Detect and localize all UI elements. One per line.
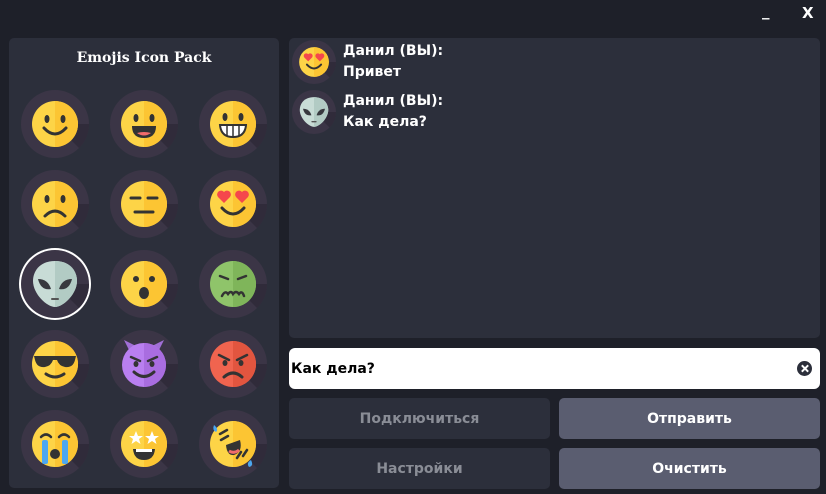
message-text: Как дела? xyxy=(343,114,427,130)
close-button[interactable]: X xyxy=(802,2,814,24)
devil-emoji-icon[interactable] xyxy=(110,330,178,398)
clear-input-icon[interactable] xyxy=(797,361,812,376)
neutral-emoji-icon[interactable] xyxy=(110,170,178,238)
connect-button[interactable]: Подключиться xyxy=(289,398,550,439)
message-author: Данил (ВЫ): xyxy=(343,93,444,109)
smile-emoji-icon[interactable] xyxy=(21,90,89,158)
grin-emoji-icon[interactable] xyxy=(110,90,178,158)
grimace-emoji-icon[interactable] xyxy=(199,90,267,158)
heart-eyes-emoji-icon[interactable] xyxy=(199,170,267,238)
sunglasses-emoji-icon[interactable] xyxy=(21,330,89,398)
message-input[interactable] xyxy=(291,348,781,389)
crying-emoji-icon[interactable] xyxy=(21,410,89,478)
angry-emoji-icon[interactable] xyxy=(199,330,267,398)
heart-eyes-emoji-icon xyxy=(292,40,336,84)
rofl-emoji-icon[interactable] xyxy=(199,410,267,478)
emoji-pack-title: Emojis Icon Pack xyxy=(76,50,212,66)
title-bar: _ X xyxy=(0,0,826,30)
message-item: Данил (ВЫ): Привет xyxy=(292,40,812,90)
clear-button[interactable]: Очистить xyxy=(559,448,820,489)
alien-emoji-icon xyxy=(292,90,336,134)
nauseated-emoji-icon[interactable] xyxy=(199,250,267,318)
chat-history[interactable]: Данил (ВЫ): Привет Данил (ВЫ): Как дела? xyxy=(289,38,820,338)
settings-button[interactable]: Настройки xyxy=(289,448,550,489)
frown-emoji-icon[interactable] xyxy=(21,170,89,238)
shocked-emoji-icon[interactable] xyxy=(110,250,178,318)
minimize-button[interactable]: _ xyxy=(762,0,770,22)
message-author: Данил (ВЫ): xyxy=(343,43,444,59)
message-text: Привет xyxy=(343,64,402,80)
emoji-pack-panel: Emojis Icon Pack xyxy=(9,38,279,488)
send-button[interactable]: Отправить xyxy=(559,398,820,439)
message-input-container xyxy=(289,348,820,389)
star-struck-emoji-icon[interactable] xyxy=(110,410,178,478)
alien-emoji-icon[interactable] xyxy=(21,250,89,318)
message-item: Данил (ВЫ): Как дела? xyxy=(292,90,812,140)
